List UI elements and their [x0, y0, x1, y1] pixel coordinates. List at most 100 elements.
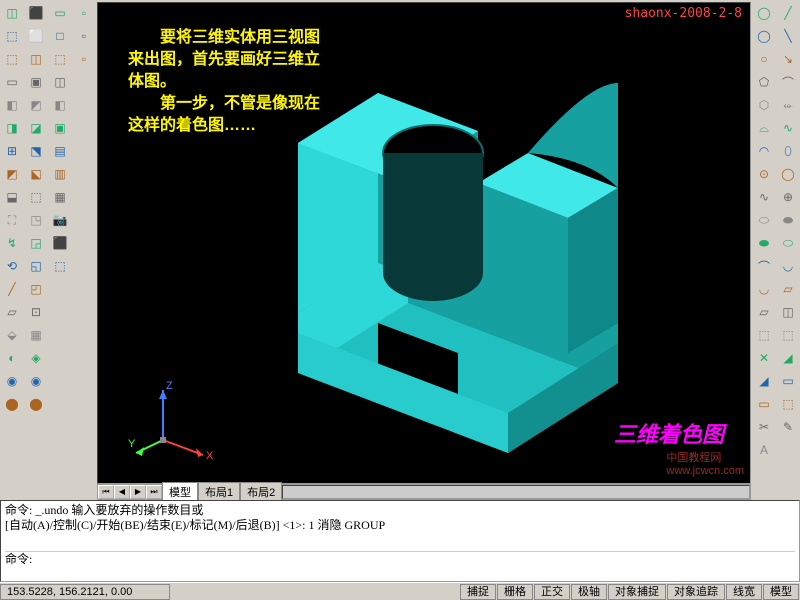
tool-button[interactable]: ▱: [1, 301, 23, 323]
tool-button[interactable]: ⬚: [1, 48, 23, 70]
tool-button[interactable]: ◡: [777, 255, 799, 277]
tool-button[interactable]: ◠: [753, 140, 775, 162]
tool-button[interactable]: ◫: [49, 71, 71, 93]
tool-button[interactable]: ▫: [73, 48, 95, 70]
tool-button[interactable]: ◫: [777, 301, 799, 323]
tool-button[interactable]: ✎: [777, 416, 799, 438]
tool-button[interactable]: ▱: [753, 301, 775, 323]
model-toggle[interactable]: 模型: [763, 584, 799, 600]
drawing-viewport[interactable]: shaonx-2008-2-8 要将三维实体用三视图来出图，首先要画好三维立体图…: [97, 2, 751, 484]
tool-button[interactable]: ⛶: [1, 209, 23, 231]
tab-prev-button[interactable]: ◀: [114, 485, 130, 499]
tool-button[interactable]: ╲: [777, 25, 799, 47]
tool-button[interactable]: ⬬: [753, 232, 775, 254]
tool-button[interactable]: ▫: [73, 25, 95, 47]
tool-button[interactable]: ⬚: [777, 393, 799, 415]
tab-layout1[interactable]: 布局1: [198, 482, 240, 502]
tab-model[interactable]: 模型: [162, 482, 198, 502]
tool-button[interactable]: ↘: [777, 48, 799, 70]
tool-button[interactable]: ⬓: [1, 186, 23, 208]
tool-button[interactable]: ⟲: [1, 255, 23, 277]
tool-button[interactable]: ⌒: [753, 255, 775, 277]
tool-button[interactable]: ▱: [777, 278, 799, 300]
tool-button[interactable]: ⬤: [25, 393, 47, 415]
tool-button[interactable]: ◢: [753, 370, 775, 392]
tool-button[interactable]: ⬜: [25, 25, 47, 47]
tool-button[interactable]: ✂: [753, 416, 775, 438]
tool-button[interactable]: ⬛: [25, 2, 47, 24]
tool-button[interactable]: ◲: [25, 232, 47, 254]
tool-button[interactable]: ◳: [25, 209, 47, 231]
tool-button[interactable]: ⬡: [753, 94, 775, 116]
tool-button[interactable]: ◢: [777, 347, 799, 369]
tab-layout2[interactable]: 布局2: [240, 482, 282, 502]
tool-button[interactable]: ▭: [753, 393, 775, 415]
tab-next-button[interactable]: ▶: [130, 485, 146, 499]
ortho-toggle[interactable]: 正交: [534, 584, 570, 600]
cmd-input-line[interactable]: 命令:: [5, 552, 795, 567]
tool-button[interactable]: ▦: [49, 186, 71, 208]
tool-button[interactable]: ◫: [25, 48, 47, 70]
lineweight-toggle[interactable]: 线宽: [726, 584, 762, 600]
tool-button[interactable]: ▣: [49, 117, 71, 139]
snap-toggle[interactable]: 捕捉: [460, 584, 496, 600]
tool-button[interactable]: ▭: [49, 2, 71, 24]
osnap-toggle[interactable]: 对象捕捉: [608, 584, 666, 600]
tool-button[interactable]: ⌓: [753, 117, 775, 139]
tool-button[interactable]: ◉: [25, 370, 47, 392]
polar-toggle[interactable]: 极轴: [571, 584, 607, 600]
tool-button[interactable]: ◱: [25, 255, 47, 277]
tool-button[interactable]: A: [753, 439, 775, 461]
tool-button[interactable]: ⬬: [777, 209, 799, 231]
h-scrollbar[interactable]: [282, 485, 750, 499]
tool-button[interactable]: ⬚: [753, 324, 775, 346]
tool-button[interactable]: ◫: [1, 2, 23, 24]
tool-button[interactable]: ▭: [1, 71, 23, 93]
tool-button[interactable]: □: [49, 25, 71, 47]
tool-button[interactable]: ╱: [1, 278, 23, 300]
tool-button[interactable]: ⬭: [777, 232, 799, 254]
tool-button[interactable]: ◩: [1, 163, 23, 185]
tool-button[interactable]: ◉: [1, 370, 23, 392]
tool-button[interactable]: ⬚: [25, 186, 47, 208]
tool-button[interactable]: ◨: [1, 117, 23, 139]
tool-button[interactable]: ▫: [73, 2, 95, 24]
tool-button[interactable]: ⬚: [1, 25, 23, 47]
grid-toggle[interactable]: 栅格: [497, 584, 533, 600]
tool-button[interactable]: ◧: [1, 94, 23, 116]
tool-button[interactable]: ○: [753, 48, 775, 70]
tool-button[interactable]: ◯: [753, 2, 775, 24]
tool-button[interactable]: ⊕: [777, 186, 799, 208]
command-window[interactable]: 命令: _.undo 输入要放弃的操作数目或 [自动(A)/控制(C)/开始(B…: [0, 500, 800, 582]
tool-button[interactable]: ⊞: [1, 140, 23, 162]
tool-button[interactable]: ↯: [1, 232, 23, 254]
tool-button[interactable]: 📷: [49, 209, 71, 231]
tool-button[interactable]: ◩: [25, 94, 47, 116]
tool-button[interactable]: ⬙: [1, 324, 23, 346]
tool-button[interactable]: ⬰: [777, 94, 799, 116]
tool-button[interactable]: ∿: [753, 186, 775, 208]
tool-button[interactable]: ◯: [753, 25, 775, 47]
tool-button[interactable]: ∿: [777, 117, 799, 139]
tool-button[interactable]: ⬚: [49, 48, 71, 70]
tool-button[interactable]: ⬚: [49, 255, 71, 277]
tool-button[interactable]: ◯: [777, 163, 799, 185]
tool-button[interactable]: ▤: [49, 140, 71, 162]
tool-button[interactable]: ◰: [25, 278, 47, 300]
tool-button[interactable]: ⌒: [777, 71, 799, 93]
tool-button[interactable]: ⬛: [49, 232, 71, 254]
tool-button[interactable]: ▭: [777, 370, 799, 392]
tool-button[interactable]: ◈: [25, 347, 47, 369]
tool-button[interactable]: ◪: [25, 117, 47, 139]
tool-button[interactable]: ⬤: [1, 393, 23, 415]
tool-button[interactable]: ⊡: [25, 301, 47, 323]
tab-first-button[interactable]: ⏮: [98, 485, 114, 499]
tool-button[interactable]: ⊙: [753, 163, 775, 185]
tool-button[interactable]: ▣: [25, 71, 47, 93]
tool-button[interactable]: ▥: [49, 163, 71, 185]
tool-button[interactable]: ⬚: [777, 324, 799, 346]
tool-button[interactable]: ◡: [753, 278, 775, 300]
otrack-toggle[interactable]: 对象追踪: [667, 584, 725, 600]
tool-button[interactable]: ⬔: [25, 140, 47, 162]
tool-button[interactable]: ╱: [777, 2, 799, 24]
